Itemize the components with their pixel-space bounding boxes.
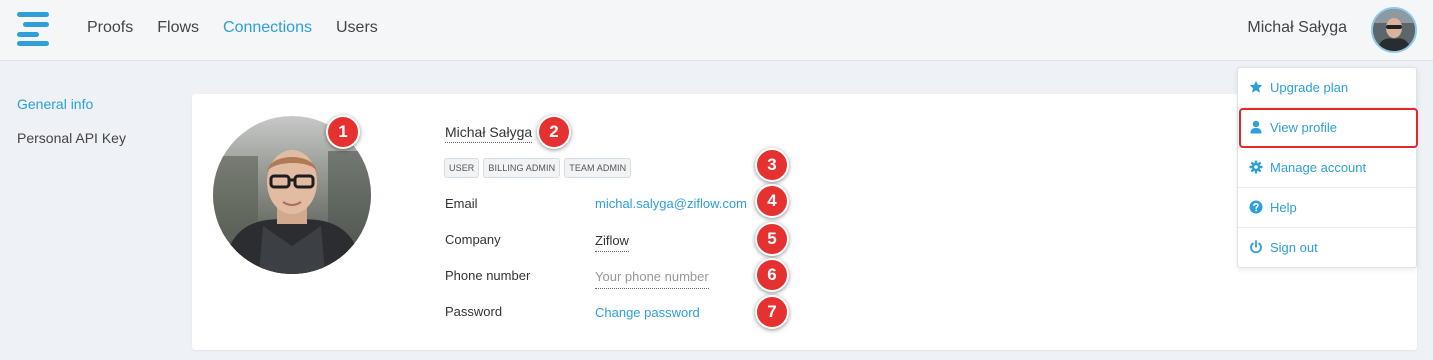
menu-item-upgrade-plan[interactable]: Upgrade plan bbox=[1238, 68, 1416, 108]
menu-item-label: Sign out bbox=[1270, 240, 1318, 255]
marker-7: 7 bbox=[755, 295, 789, 329]
company-label: Company bbox=[445, 232, 501, 247]
change-password-link[interactable]: Change password bbox=[595, 305, 700, 320]
header-avatar[interactable] bbox=[1371, 7, 1417, 53]
password-label: Password bbox=[445, 304, 503, 319]
marker-6: 6 bbox=[755, 258, 789, 292]
user-menu-dropdown: Upgrade plan View profile Manage account bbox=[1237, 67, 1417, 268]
top-bar: Proofs Flows Connections Users Michał Sa… bbox=[0, 0, 1433, 61]
sidebar-item-personal-api-key[interactable]: Personal API Key bbox=[17, 130, 126, 146]
gear-icon bbox=[1249, 160, 1263, 174]
marker-4: 4 bbox=[755, 184, 789, 218]
power-icon bbox=[1250, 240, 1262, 254]
menu-item-help[interactable]: Help bbox=[1238, 188, 1416, 228]
nav-connections[interactable]: Connections bbox=[223, 18, 312, 38]
role-badges: USER BILLING ADMIN TEAM ADMIN bbox=[444, 158, 632, 178]
marker-1: 1 bbox=[326, 115, 360, 149]
role-badge-team-admin: TEAM ADMIN bbox=[564, 158, 632, 178]
nav-users[interactable]: Users bbox=[336, 18, 378, 38]
email-value[interactable]: michal.salyga@ziflow.com bbox=[595, 196, 747, 211]
phone-field[interactable]: Your phone number bbox=[595, 269, 709, 289]
menu-item-label: Manage account bbox=[1270, 160, 1367, 175]
marker-5: 5 bbox=[755, 222, 789, 256]
menu-item-manage-account[interactable]: Manage account bbox=[1238, 148, 1416, 188]
view-profile-highlight bbox=[1239, 108, 1418, 148]
menu-item-sign-out[interactable]: Sign out bbox=[1238, 228, 1416, 268]
nav-proofs[interactable]: Proofs bbox=[87, 18, 133, 38]
profile-name[interactable]: Michał Sałyga bbox=[445, 124, 533, 143]
main-nav: Proofs Flows Connections Users bbox=[87, 18, 378, 38]
role-badge-user: USER bbox=[444, 158, 480, 178]
sidebar-item-general-info[interactable]: General info bbox=[17, 96, 93, 112]
header-user-name[interactable]: Michał Sałyga bbox=[1247, 19, 1347, 37]
star-icon bbox=[1249, 80, 1263, 93]
email-label: Email bbox=[445, 196, 478, 211]
nav-flows[interactable]: Flows bbox=[157, 18, 199, 38]
company-field[interactable]: Ziflow bbox=[595, 233, 629, 252]
menu-item-label: Upgrade plan bbox=[1270, 80, 1349, 95]
question-icon bbox=[1249, 200, 1263, 214]
marker-3: 3 bbox=[755, 148, 789, 182]
marker-2: 2 bbox=[537, 115, 571, 149]
profile-card bbox=[192, 94, 1417, 350]
phone-label: Phone number bbox=[445, 268, 531, 283]
menu-item-label: Help bbox=[1270, 200, 1297, 215]
ziflow-logo[interactable] bbox=[17, 12, 49, 46]
role-badge-billing-admin: BILLING ADMIN bbox=[483, 158, 561, 178]
avatar-photo-icon bbox=[1373, 9, 1415, 51]
